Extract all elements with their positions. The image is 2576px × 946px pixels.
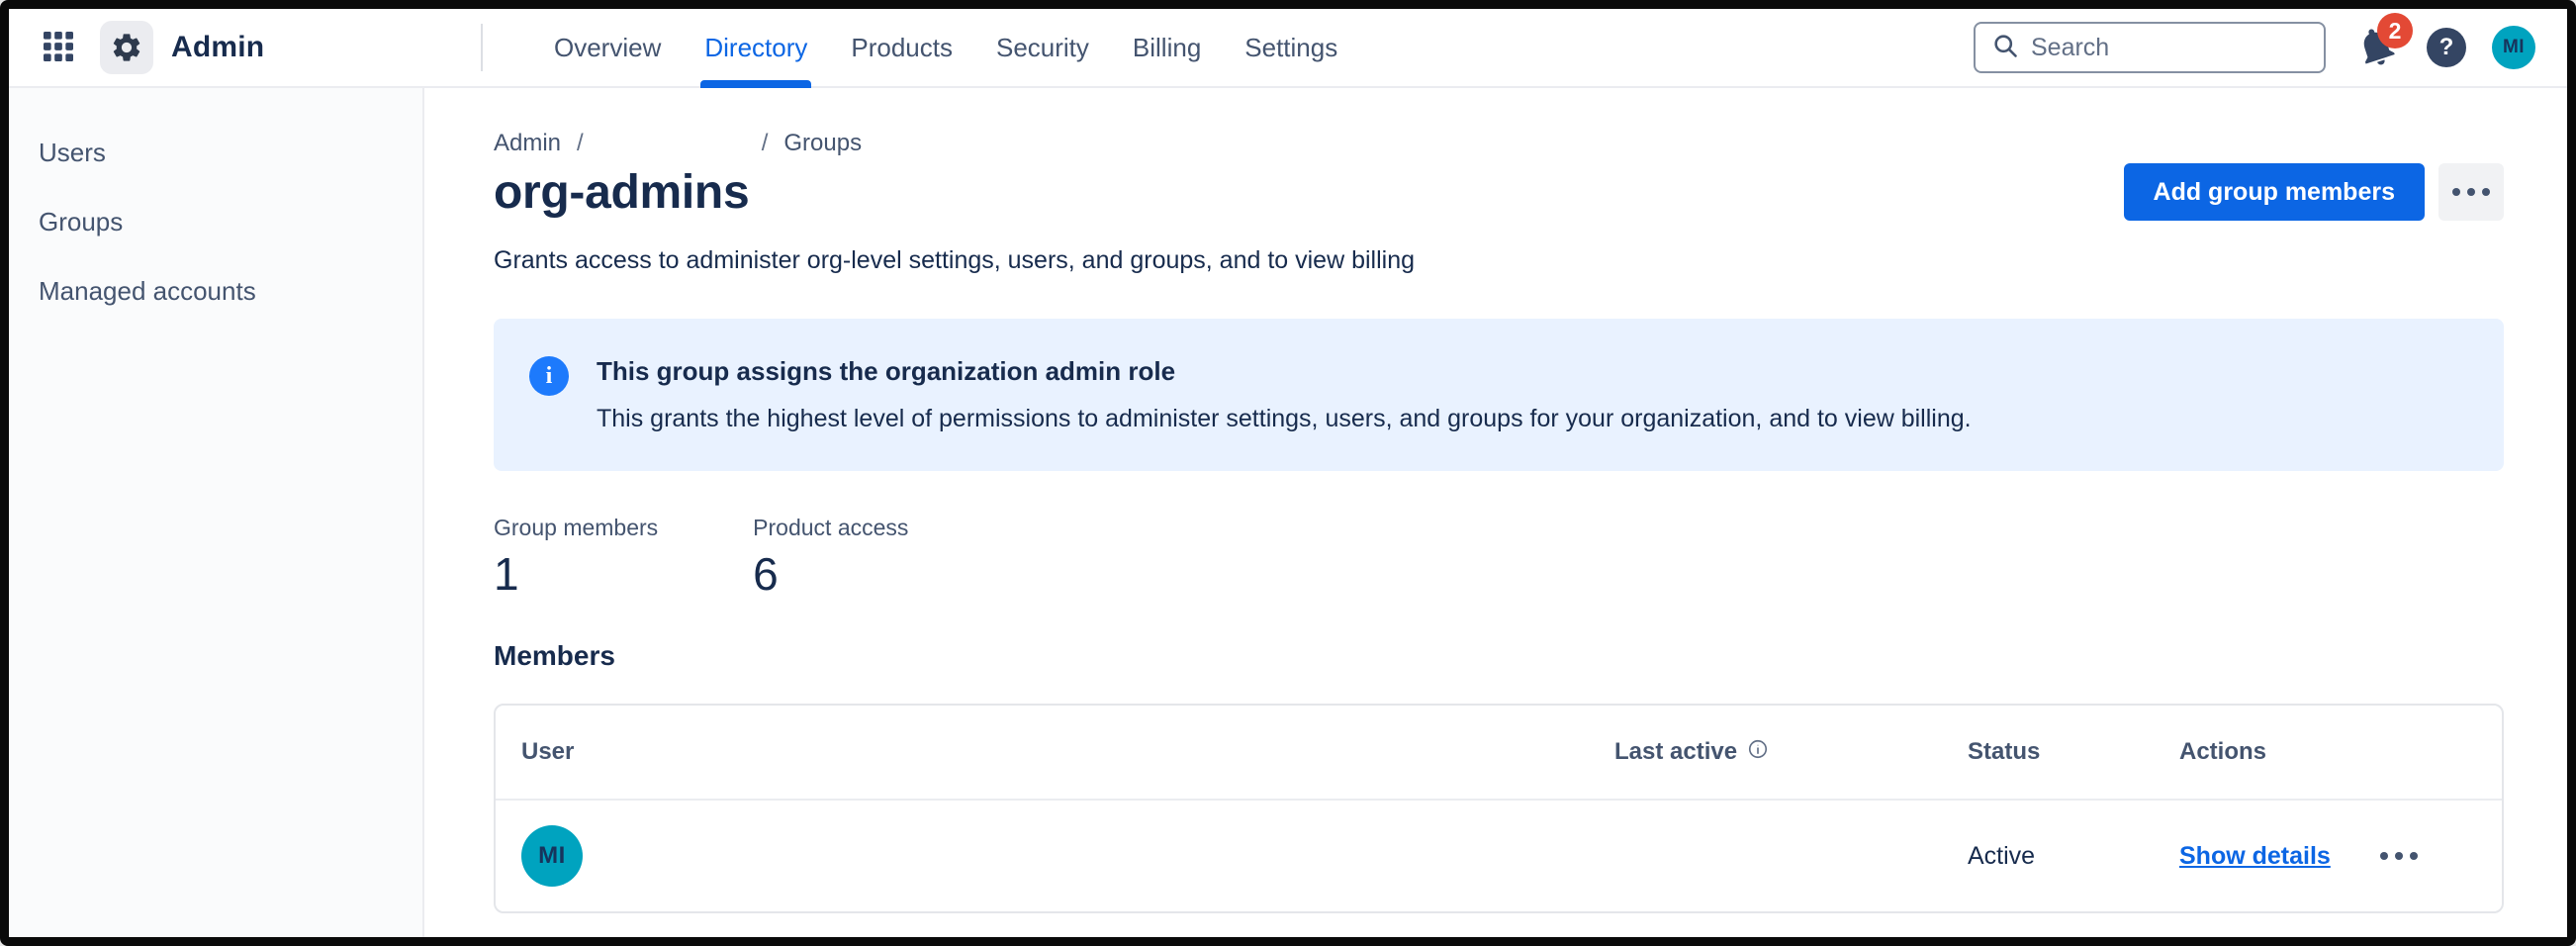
info-outline-icon[interactable] bbox=[1747, 738, 1769, 767]
info-banner-title: This group assigns the organization admi… bbox=[597, 356, 1972, 387]
show-details-link[interactable]: Show details bbox=[2179, 842, 2331, 871]
sidebar-item-managed-accounts[interactable]: Managed accounts bbox=[39, 276, 399, 306]
status-cell: Active bbox=[1968, 842, 2179, 871]
search-icon bbox=[1991, 32, 2019, 64]
breadcrumb: Admin / / Groups bbox=[494, 130, 2504, 157]
notifications-button[interactable]: 2 bbox=[2351, 21, 2401, 74]
topbar-right: 2 ? MI bbox=[1974, 21, 2535, 74]
top-navigation: Overview Directory Products Security Bil… bbox=[483, 9, 1337, 86]
stats-row: Group members 1 Product access 6 bbox=[494, 515, 2504, 601]
sidebar-item-groups[interactable]: Groups bbox=[39, 207, 399, 236]
profile-button[interactable]: MI bbox=[2492, 26, 2535, 69]
actions-cell: Show details bbox=[2179, 842, 2476, 871]
column-header-actions: Actions bbox=[2179, 738, 2476, 766]
column-header-status: Status bbox=[1968, 738, 2179, 766]
breadcrumb-groups[interactable]: Groups bbox=[783, 130, 862, 157]
help-icon: ? bbox=[2427, 28, 2466, 67]
members-table: User Last active Status Actions bbox=[494, 704, 2504, 913]
table-header-row: User Last active Status Actions bbox=[496, 706, 2502, 801]
tab-directory[interactable]: Directory bbox=[704, 9, 807, 86]
info-banner-body: This grants the highest level of permiss… bbox=[597, 405, 1972, 433]
breadcrumb-separator: / bbox=[577, 130, 584, 157]
tab-security[interactable]: Security bbox=[996, 9, 1089, 86]
table-row: MI Active Show details bbox=[496, 801, 2502, 911]
app-title: Admin bbox=[171, 31, 264, 64]
breadcrumb-admin[interactable]: Admin bbox=[494, 130, 561, 157]
stat-label: Group members bbox=[494, 515, 658, 541]
column-header-last-active: Last active bbox=[1614, 738, 1968, 767]
stat-product-access: Product access 6 bbox=[753, 515, 908, 601]
grid-icon bbox=[39, 27, 78, 69]
app-switcher-button[interactable] bbox=[39, 27, 78, 69]
info-banner-text: This group assigns the organization admi… bbox=[597, 356, 1972, 433]
column-header-user: User bbox=[521, 738, 1614, 766]
stat-label: Product access bbox=[753, 515, 908, 541]
page-body: Users Groups Managed accounts Admin / / … bbox=[9, 88, 2567, 937]
breadcrumb-org bbox=[599, 132, 746, 155]
topbar: Admin Overview Directory Products Securi… bbox=[9, 9, 2567, 88]
title-row: org-admins Add group members bbox=[494, 163, 2504, 221]
more-options-icon bbox=[2380, 852, 2418, 860]
stat-value: 6 bbox=[753, 547, 908, 601]
breadcrumb-separator: / bbox=[762, 130, 769, 157]
group-description: Grants access to administer org-level se… bbox=[494, 246, 2504, 275]
add-group-members-button[interactable]: Add group members bbox=[2124, 163, 2425, 221]
notification-count-badge: 2 bbox=[2377, 13, 2413, 48]
column-header-label: Last active bbox=[1614, 738, 1737, 766]
more-options-icon bbox=[2452, 188, 2490, 196]
admin-console-window: Admin Overview Directory Products Securi… bbox=[0, 0, 2576, 946]
title-actions: Add group members bbox=[2124, 163, 2504, 221]
info-icon: i bbox=[529, 356, 569, 396]
tab-billing[interactable]: Billing bbox=[1133, 9, 1201, 86]
topbar-left: Admin bbox=[39, 21, 481, 74]
member-avatar: MI bbox=[521, 825, 583, 887]
sidebar: Users Groups Managed accounts bbox=[9, 88, 424, 937]
search-box[interactable] bbox=[1974, 22, 2326, 73]
search-input[interactable] bbox=[2031, 34, 2308, 62]
row-more-options-button[interactable] bbox=[2380, 852, 2418, 860]
avatar: MI bbox=[2492, 26, 2535, 69]
members-heading: Members bbox=[494, 640, 2504, 672]
gear-icon bbox=[100, 21, 153, 74]
tab-products[interactable]: Products bbox=[851, 9, 953, 86]
page-title: org-admins bbox=[494, 165, 749, 220]
sidebar-item-users[interactable]: Users bbox=[39, 138, 399, 167]
stat-value: 1 bbox=[494, 547, 658, 601]
tab-overview[interactable]: Overview bbox=[554, 9, 661, 86]
info-banner: i This group assigns the organization ad… bbox=[494, 319, 2504, 471]
admin-home-link[interactable]: Admin bbox=[100, 21, 264, 74]
user-cell: MI bbox=[521, 825, 1614, 887]
stat-group-members: Group members 1 bbox=[494, 515, 658, 601]
tab-settings[interactable]: Settings bbox=[1244, 9, 1337, 86]
main-content: Admin / / Groups org-admins Add group me… bbox=[424, 88, 2567, 937]
help-button[interactable]: ? bbox=[2427, 28, 2466, 67]
group-more-options-button[interactable] bbox=[2438, 163, 2504, 221]
